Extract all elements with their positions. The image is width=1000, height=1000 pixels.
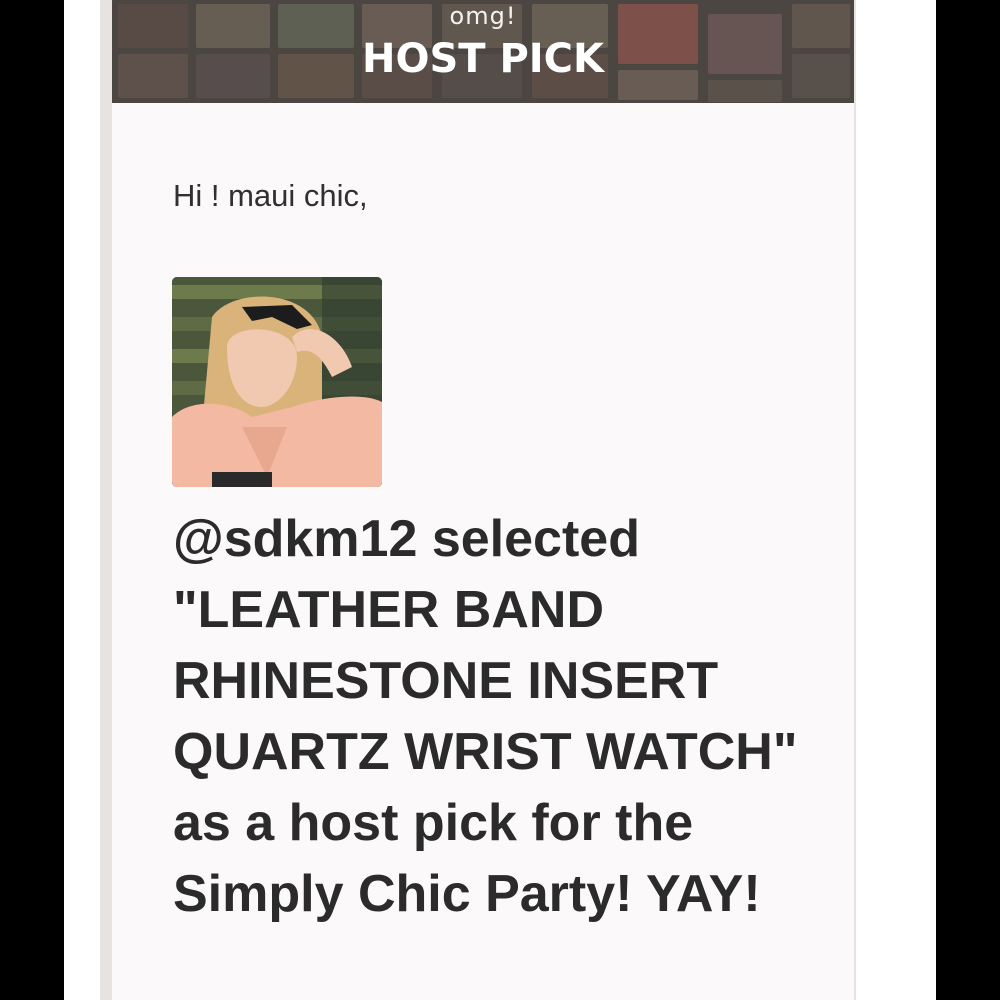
email-card: omg! HOST PICK Hi ! maui chic, @sdkm12 s… [100,0,856,1000]
screenshot-frame: omg! HOST PICK Hi ! maui chic, @sdkm12 s… [64,0,936,1000]
host-avatar-photo[interactable] [172,277,382,487]
banner-title: HOST PICK [361,36,605,82]
host-pick-banner: omg! HOST PICK [112,0,854,103]
banner-kicker: omg! [449,2,517,30]
host-photo-illustration [172,277,382,487]
greeting-text: Hi ! maui chic, [173,178,368,213]
host-pick-message: @sdkm12 selected "LEATHER BAND RHINESTON… [173,510,798,923]
email-body: omg! HOST PICK Hi ! maui chic, @sdkm12 s… [112,0,854,1000]
